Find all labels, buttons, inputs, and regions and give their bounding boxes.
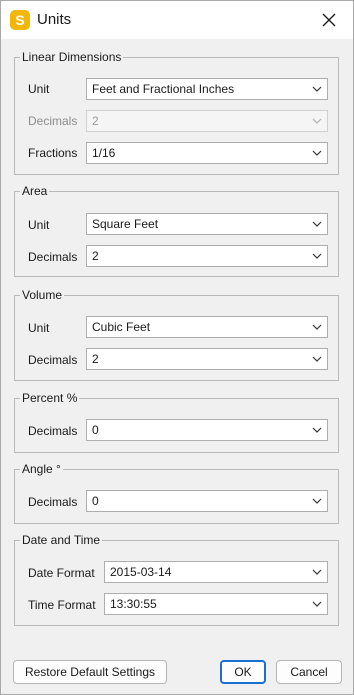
volume-unit-value: Cubic Feet: [92, 320, 151, 334]
chevron-down-icon: [312, 356, 322, 362]
linear-dimensions-group-label: Linear Dimensions: [20, 49, 124, 65]
area-decimals-select[interactable]: 2: [86, 245, 328, 267]
date-format-label: Date Format: [28, 566, 95, 580]
chevron-down-icon: [312, 427, 322, 433]
linear-dimensions-group: Linear Dimensions Unit Feet and Fraction…: [14, 49, 339, 175]
angle-decimals-label: Decimals: [28, 495, 78, 509]
linear-decimals-value: 2: [92, 114, 99, 128]
time-format-label: Time Format: [28, 598, 96, 612]
dialog-title: Units: [37, 11, 72, 28]
area-unit-select[interactable]: Square Feet: [86, 213, 328, 235]
volume-group: Volume Unit Cubic Feet Decimals 2: [14, 287, 339, 381]
ok-button[interactable]: OK: [220, 660, 266, 684]
restore-default-settings-button[interactable]: Restore Default Settings: [13, 660, 167, 684]
volume-unit-select[interactable]: Cubic Feet: [86, 316, 328, 338]
chevron-down-icon: [312, 601, 322, 607]
time-format-value: 13:30:55: [110, 597, 157, 611]
chevron-down-icon: [312, 324, 322, 330]
linear-fractions-select[interactable]: 1/16: [86, 142, 328, 164]
date-time-group: Date and Time Date Format 2015-03-14 Tim…: [14, 532, 339, 626]
date-format-select[interactable]: 2015-03-14: [104, 561, 328, 583]
linear-unit-value: Feet and Fractional Inches: [92, 82, 235, 96]
chevron-down-icon: [312, 253, 322, 259]
chevron-down-icon: [312, 569, 322, 575]
app-logo-icon: S: [10, 10, 30, 30]
linear-unit-select[interactable]: Feet and Fractional Inches: [86, 78, 328, 100]
angle-decimals-value: 0: [92, 494, 99, 508]
volume-decimals-label: Decimals: [28, 353, 78, 367]
area-decimals-value: 2: [92, 249, 99, 263]
linear-decimals-label: Decimals: [28, 114, 78, 128]
linear-fractions-label: Fractions: [28, 146, 78, 160]
linear-unit-label: Unit: [28, 82, 50, 96]
cancel-button[interactable]: Cancel: [276, 660, 342, 684]
percent-group: Percent % Decimals 0: [14, 390, 339, 453]
volume-unit-label: Unit: [28, 321, 50, 335]
close-button[interactable]: [311, 5, 347, 35]
percent-group-label: Percent %: [20, 390, 80, 406]
angle-decimals-select[interactable]: 0: [86, 490, 328, 512]
date-format-value: 2015-03-14: [110, 565, 172, 579]
date-time-group-label: Date and Time: [20, 532, 103, 548]
area-unit-label: Unit: [28, 218, 50, 232]
chevron-down-icon: [312, 498, 322, 504]
percent-decimals-label: Decimals: [28, 424, 78, 438]
angle-group: Angle ° Decimals 0: [14, 461, 339, 524]
linear-decimals-select: 2: [86, 110, 328, 132]
title-bar: S Units: [1, 1, 353, 39]
area-group: Area Unit Square Feet Decimals 2: [14, 183, 339, 277]
percent-decimals-value: 0: [92, 423, 99, 437]
angle-group-label: Angle °: [20, 461, 63, 477]
area-decimals-label: Decimals: [28, 250, 78, 264]
close-icon: [322, 13, 336, 27]
chevron-down-icon: [312, 86, 322, 92]
units-dialog: S Units Linear Dimensions Unit Feet and …: [0, 0, 354, 695]
chevron-down-icon: [312, 221, 322, 227]
percent-decimals-select[interactable]: 0: [86, 419, 328, 441]
volume-decimals-value: 2: [92, 352, 99, 366]
volume-group-label: Volume: [20, 287, 65, 303]
chevron-down-icon: [312, 118, 322, 124]
chevron-down-icon: [312, 150, 322, 156]
time-format-select[interactable]: 13:30:55: [104, 593, 328, 615]
area-unit-value: Square Feet: [92, 217, 159, 231]
area-group-label: Area: [20, 183, 50, 199]
volume-decimals-select[interactable]: 2: [86, 348, 328, 370]
linear-fractions-value: 1/16: [92, 146, 116, 160]
